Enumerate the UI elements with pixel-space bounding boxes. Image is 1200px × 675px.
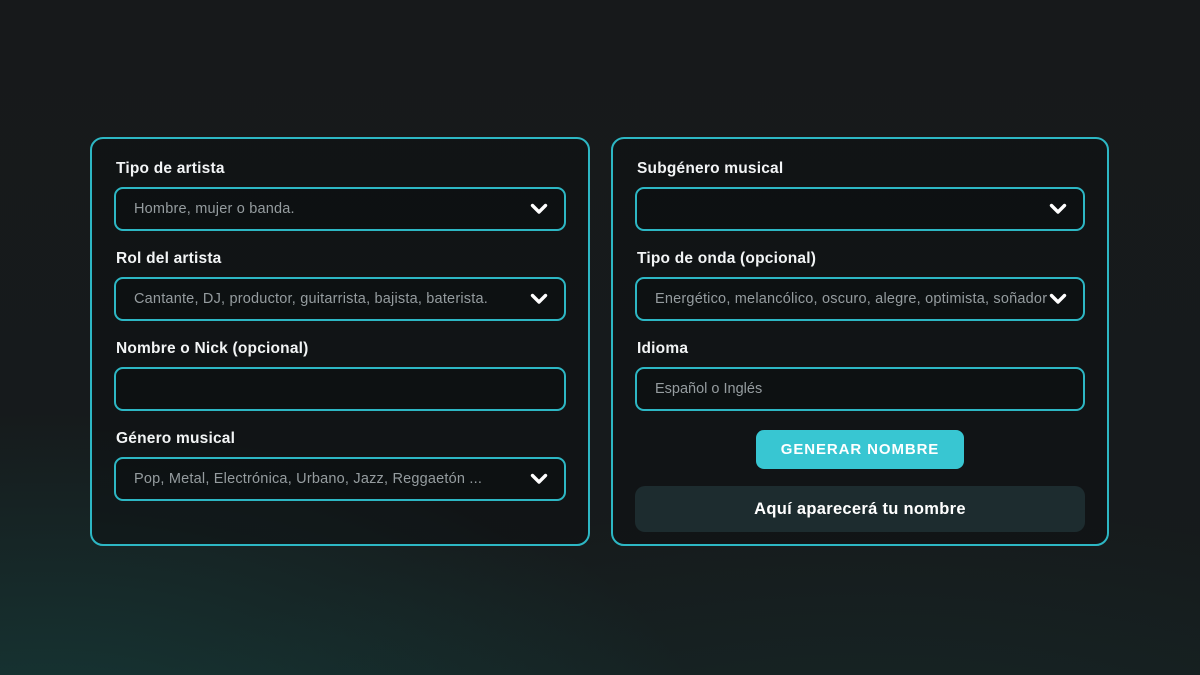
generate-name-button[interactable]: GENERAR NOMBRE xyxy=(756,430,964,469)
select-placeholder: Energético, melancólico, oscuro, alegre,… xyxy=(655,291,1049,307)
nombre-o-nick-input[interactable] xyxy=(114,367,566,411)
field-label: Tipo de artista xyxy=(116,160,566,177)
idioma-input[interactable] xyxy=(635,367,1085,411)
artist-form-panel-left: Tipo de artista Hombre, mujer o banda. R… xyxy=(90,137,590,546)
field-label: Nombre o Nick (opcional) xyxy=(116,340,566,357)
chevron-down-icon xyxy=(1049,203,1067,215)
select-placeholder: Pop, Metal, Electrónica, Urbano, Jazz, R… xyxy=(134,471,530,487)
tipo-de-onda-select[interactable]: Energético, melancólico, oscuro, alegre,… xyxy=(635,277,1085,321)
generated-name-result-box: Aquí aparecerá tu nombre xyxy=(635,486,1085,532)
field-tipo-de-artista: Tipo de artista Hombre, mujer o banda. xyxy=(114,160,566,231)
field-nombre-o-nick: Nombre o Nick (opcional) xyxy=(114,340,566,411)
chevron-down-icon xyxy=(1049,293,1067,305)
field-label: Subgénero musical xyxy=(637,160,1085,177)
chevron-down-icon xyxy=(530,473,548,485)
artist-name-generator-page: { "theme": { "accent": "#2db7c4", "butto… xyxy=(0,0,1200,675)
rol-del-artista-select[interactable]: Cantante, DJ, productor, guitarrista, ba… xyxy=(114,277,566,321)
field-tipo-de-onda: Tipo de onda (opcional) Energético, mela… xyxy=(635,250,1085,321)
select-placeholder: Hombre, mujer o banda. xyxy=(134,201,530,217)
field-label: Rol del artista xyxy=(116,250,566,267)
field-label: Tipo de onda (opcional) xyxy=(637,250,1085,267)
generate-button-row: GENERAR NOMBRE xyxy=(635,430,1085,469)
field-rol-del-artista: Rol del artista Cantante, DJ, productor,… xyxy=(114,250,566,321)
genero-musical-select[interactable]: Pop, Metal, Electrónica, Urbano, Jazz, R… xyxy=(114,457,566,501)
chevron-down-icon xyxy=(530,293,548,305)
chevron-down-icon xyxy=(530,203,548,215)
tipo-de-artista-select[interactable]: Hombre, mujer o banda. xyxy=(114,187,566,231)
subgenero-musical-select[interactable] xyxy=(635,187,1085,231)
field-label: Idioma xyxy=(637,340,1085,357)
select-placeholder: Cantante, DJ, productor, guitarrista, ba… xyxy=(134,291,530,307)
field-label: Género musical xyxy=(116,430,566,447)
generated-name-placeholder-text: Aquí aparecerá tu nombre xyxy=(754,500,966,519)
field-idioma: Idioma xyxy=(635,340,1085,411)
artist-form-panel-right: Subgénero musical Tipo de onda (opcional… xyxy=(611,137,1109,546)
field-subgenero-musical: Subgénero musical xyxy=(635,160,1085,231)
field-genero-musical: Género musical Pop, Metal, Electrónica, … xyxy=(114,430,566,501)
